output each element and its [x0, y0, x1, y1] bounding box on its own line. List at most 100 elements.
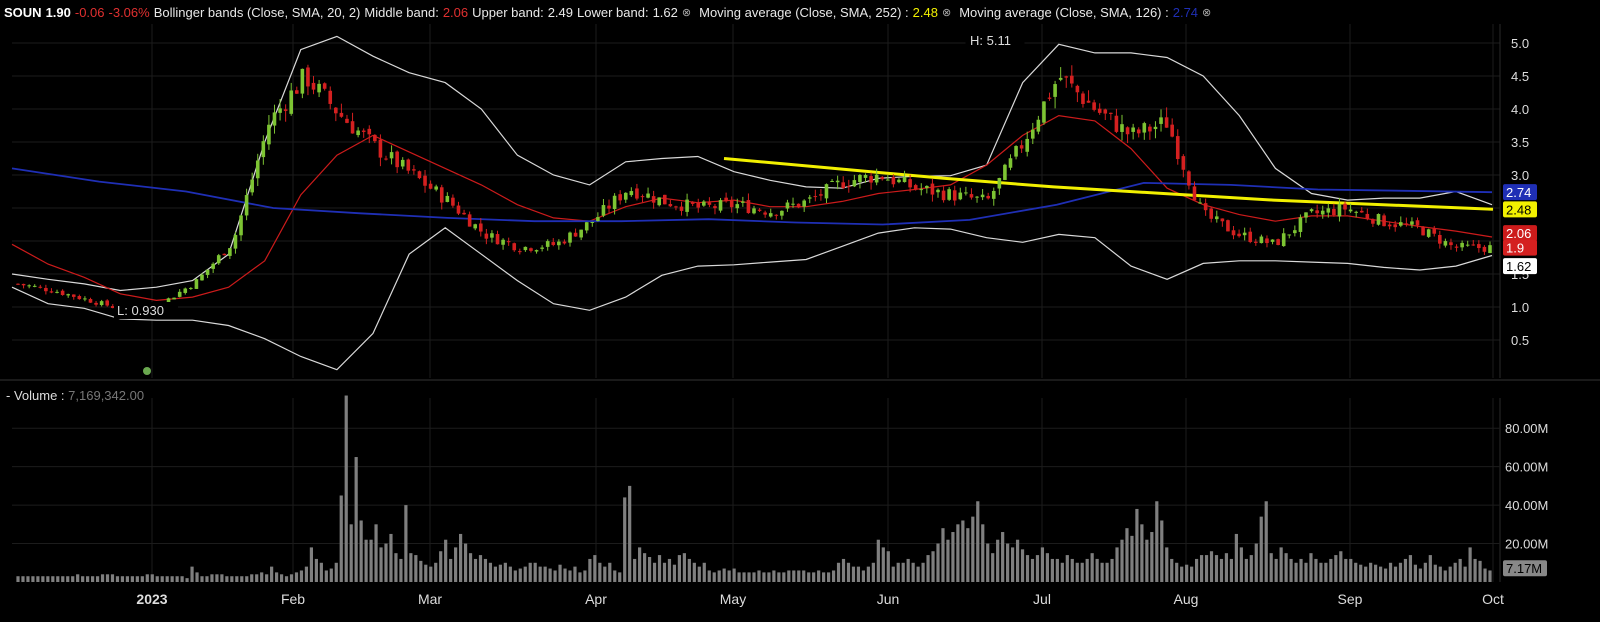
- volume-bar[interactable]: [871, 562, 875, 582]
- close-ma126-icon[interactable]: ⊗: [1202, 6, 1211, 19]
- candle-body[interactable]: [952, 190, 957, 201]
- volume-bar[interactable]: [1254, 543, 1258, 582]
- volume-bar[interactable]: [941, 528, 945, 582]
- candle-body[interactable]: [1036, 119, 1041, 132]
- volume-bar[interactable]: [1115, 547, 1119, 582]
- candle-body[interactable]: [902, 177, 907, 183]
- volume-bar[interactable]: [41, 576, 45, 582]
- volume-bar[interactable]: [344, 395, 348, 582]
- candle-body[interactable]: [646, 193, 650, 198]
- volume-bar[interactable]: [1160, 520, 1164, 582]
- volume-bar[interactable]: [752, 572, 756, 582]
- volume-bar[interactable]: [1438, 566, 1442, 582]
- candle-body[interactable]: [662, 194, 667, 205]
- volume-bar[interactable]: [652, 562, 657, 582]
- volume-bar[interactable]: [1478, 560, 1482, 582]
- volume-bar[interactable]: [578, 572, 582, 582]
- candle-body[interactable]: [774, 214, 779, 216]
- volume-bar[interactable]: [523, 566, 527, 582]
- volume-bar[interactable]: [170, 576, 174, 582]
- volume-bar[interactable]: [1229, 558, 1234, 582]
- volume-bar[interactable]: [618, 572, 622, 582]
- volume-bar[interactable]: [95, 576, 100, 582]
- volume-bar[interactable]: [1423, 562, 1427, 582]
- volume-bar[interactable]: [1224, 553, 1229, 582]
- candle-body[interactable]: [1159, 117, 1163, 124]
- candle-body[interactable]: [1343, 203, 1347, 210]
- candle-body[interactable]: [1276, 239, 1280, 246]
- volume-bar[interactable]: [826, 572, 831, 582]
- candle-body[interactable]: [1348, 209, 1353, 212]
- volume-bar[interactable]: [1001, 532, 1005, 582]
- candle-body[interactable]: [568, 232, 572, 243]
- volume-bar[interactable]: [886, 551, 890, 582]
- candle-body[interactable]: [813, 196, 818, 198]
- volume-bar[interactable]: [195, 572, 199, 582]
- candle-body[interactable]: [735, 204, 740, 209]
- ma252-indicator-label[interactable]: Moving average (Close, SMA, 252) :: [699, 5, 909, 20]
- candle-body[interactable]: [445, 195, 450, 202]
- candle-body[interactable]: [278, 108, 282, 113]
- candle-body[interactable]: [512, 243, 517, 251]
- candle-body[interactable]: [579, 229, 583, 238]
- volume-bar[interactable]: [1165, 547, 1169, 582]
- volume-bar[interactable]: [518, 568, 522, 582]
- candle-body[interactable]: [395, 151, 399, 168]
- candle-body[interactable]: [807, 197, 812, 199]
- candle-body[interactable]: [473, 224, 478, 229]
- volume-bar[interactable]: [299, 570, 304, 582]
- volume-bar[interactable]: [707, 570, 711, 582]
- volume-bar[interactable]: [473, 558, 478, 582]
- candle-body[interactable]: [289, 90, 294, 114]
- candle-body[interactable]: [1142, 123, 1147, 133]
- volume-bar[interactable]: [105, 574, 110, 582]
- volume-bar[interactable]: [638, 547, 642, 582]
- candle-body[interactable]: [261, 141, 266, 158]
- candle-body[interactable]: [718, 200, 723, 211]
- volume-bar[interactable]: [384, 543, 388, 582]
- volume-bar[interactable]: [861, 570, 866, 582]
- candle-body[interactable]: [1332, 208, 1336, 216]
- volume-bar[interactable]: [61, 576, 65, 582]
- volume-bar[interactable]: [528, 562, 532, 582]
- candle-body[interactable]: [964, 192, 968, 194]
- candle-body[interactable]: [612, 195, 617, 210]
- candle-body[interactable]: [1103, 109, 1108, 114]
- volume-bar[interactable]: [548, 568, 552, 582]
- candle-body[interactable]: [1198, 202, 1202, 204]
- candle-body[interactable]: [768, 213, 773, 217]
- candle-body[interactable]: [490, 233, 494, 238]
- candle-body[interactable]: [462, 212, 466, 215]
- volume-bar[interactable]: [991, 553, 995, 582]
- volume-bar[interactable]: [1463, 566, 1467, 582]
- volume-bar[interactable]: [240, 576, 244, 582]
- candle-body[interactable]: [484, 233, 489, 239]
- volume-bar[interactable]: [404, 505, 408, 582]
- volume-bar[interactable]: [1458, 558, 1462, 582]
- candle-body[interactable]: [412, 169, 416, 171]
- candle-body[interactable]: [1086, 100, 1091, 103]
- candle-body[interactable]: [1008, 158, 1013, 168]
- candle-body[interactable]: [1003, 164, 1007, 180]
- volume-bar[interactable]: [394, 553, 398, 582]
- volume-bar[interactable]: [120, 576, 125, 582]
- volume-bar[interactable]: [1433, 564, 1437, 582]
- volume-bar[interactable]: [369, 539, 373, 582]
- volume-bar[interactable]: [1403, 558, 1408, 582]
- candle-body[interactable]: [1265, 238, 1269, 244]
- volume-bar[interactable]: [692, 562, 696, 582]
- candle-body[interactable]: [1042, 101, 1046, 123]
- candle-body[interactable]: [551, 242, 556, 245]
- volume-bar[interactable]: [130, 576, 134, 582]
- volume-bar[interactable]: [742, 572, 746, 582]
- candle-body[interactable]: [1365, 213, 1370, 219]
- volume-bar[interactable]: [951, 532, 955, 582]
- volume-bar[interactable]: [996, 539, 1000, 582]
- candle-body[interactable]: [1454, 246, 1459, 248]
- volume-bar[interactable]: [1408, 555, 1413, 582]
- candle-body[interactable]: [27, 285, 31, 287]
- volume-bar[interactable]: [1140, 524, 1144, 582]
- volume-bar[interactable]: [1448, 566, 1452, 582]
- candle-body[interactable]: [991, 190, 996, 199]
- candle-body[interactable]: [930, 183, 935, 195]
